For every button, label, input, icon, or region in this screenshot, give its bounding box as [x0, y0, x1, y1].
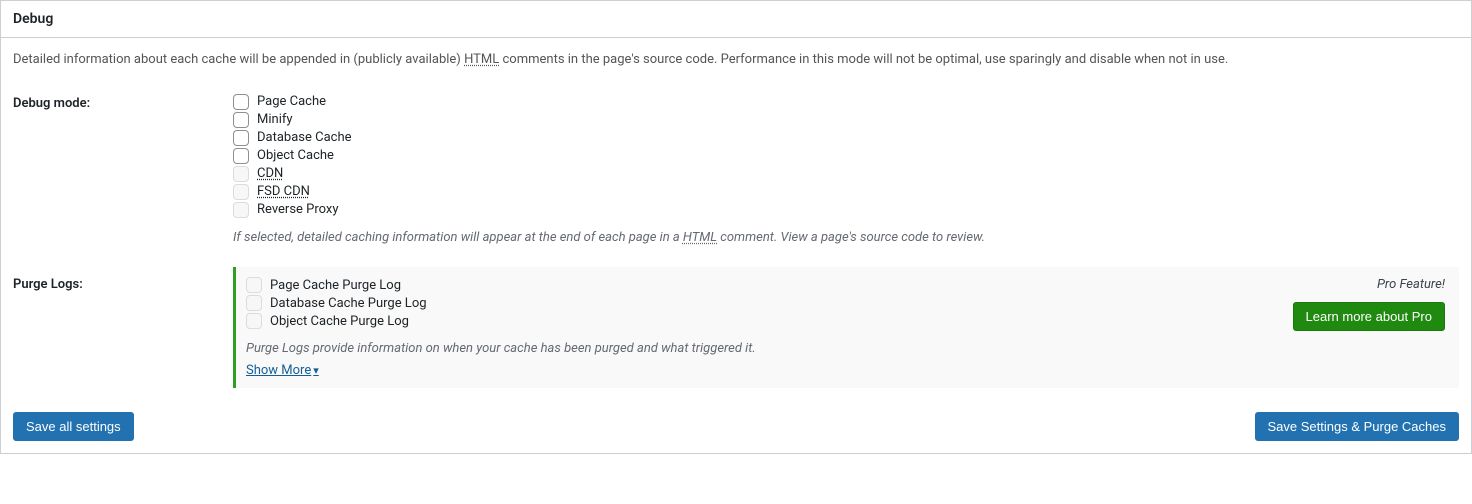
checkbox-minify[interactable]	[233, 112, 249, 128]
debug-mode-content: Page Cache Minify Database Cache Object …	[233, 94, 1459, 248]
label-minify: Minify	[257, 112, 293, 127]
option-minify: Minify	[233, 112, 1459, 128]
purge-logs-helper: Purge Logs provide information on when y…	[246, 339, 1277, 359]
debug-panel: Debug Detailed information about each ca…	[0, 0, 1472, 454]
purge-logs-right: Pro Feature! Learn more about Pro	[1293, 277, 1445, 331]
option-page-cache-purge-log: Page Cache Purge Log	[246, 277, 1277, 293]
label-object-cache: Object Cache	[257, 148, 334, 163]
purge-logs-content: Page Cache Purge Log Database Cache Purg…	[233, 267, 1459, 388]
checkbox-cdn	[233, 166, 249, 182]
html-abbr: HTML	[683, 230, 717, 245]
save-all-settings-button[interactable]: Save all settings	[13, 412, 134, 441]
option-database-cache: Database Cache	[233, 130, 1459, 146]
debug-mode-options: Page Cache Minify Database Cache Object …	[233, 94, 1459, 218]
checkbox-database-cache-purge-log	[246, 295, 262, 311]
checkbox-page-cache[interactable]	[233, 94, 249, 110]
option-page-cache: Page Cache	[233, 94, 1459, 110]
label-database-cache: Database Cache	[257, 130, 352, 145]
debug-mode-row: Debug mode: Page Cache Minify Database C…	[13, 94, 1459, 248]
option-object-cache-purge-log: Object Cache Purge Log	[246, 313, 1277, 329]
debug-mode-helper: If selected, detailed caching informatio…	[233, 228, 1459, 248]
panel-description: Detailed information about each cache wi…	[13, 50, 1459, 70]
purge-logs-row: Purge Logs: Page Cache Purge Log Databas…	[13, 267, 1459, 388]
label-cdn: CDN	[257, 166, 283, 181]
option-database-cache-purge-log: Database Cache Purge Log	[246, 295, 1277, 311]
show-more-link[interactable]: Show More ▾	[246, 363, 319, 378]
button-row: Save all settings Save Settings & Purge …	[1, 400, 1471, 453]
debug-mode-label: Debug mode:	[13, 94, 233, 111]
checkbox-object-cache-purge-log	[246, 313, 262, 329]
option-object-cache: Object Cache	[233, 148, 1459, 164]
label-page-cache: Page Cache	[257, 94, 326, 109]
option-fsd-cdn: FSD CDN	[233, 184, 1459, 200]
learn-more-pro-button[interactable]: Learn more about Pro	[1293, 302, 1445, 331]
label-reverse-proxy: Reverse Proxy	[257, 202, 339, 217]
label-fsd-cdn: FSD CDN	[257, 184, 310, 199]
purge-logs-left: Page Cache Purge Log Database Cache Purg…	[246, 277, 1277, 378]
html-abbr: HTML	[464, 52, 499, 67]
chevron-down-icon: ▾	[313, 364, 319, 377]
panel-body: Detailed information about each cache wi…	[1, 38, 1471, 400]
checkbox-database-cache[interactable]	[233, 130, 249, 146]
purge-logs-options: Page Cache Purge Log Database Cache Purg…	[246, 277, 1277, 329]
label-database-cache-purge-log: Database Cache Purge Log	[270, 296, 427, 311]
panel-title: Debug	[13, 11, 1459, 27]
checkbox-object-cache[interactable]	[233, 148, 249, 164]
checkbox-reverse-proxy	[233, 202, 249, 218]
save-settings-purge-caches-button[interactable]: Save Settings & Purge Caches	[1255, 412, 1460, 441]
checkbox-page-cache-purge-log	[246, 277, 262, 293]
pro-feature-badge: Pro Feature!	[1293, 277, 1445, 292]
panel-header: Debug	[1, 1, 1471, 38]
label-object-cache-purge-log: Object Cache Purge Log	[270, 314, 409, 329]
option-cdn: CDN	[233, 166, 1459, 182]
label-page-cache-purge-log: Page Cache Purge Log	[270, 278, 401, 293]
option-reverse-proxy: Reverse Proxy	[233, 202, 1459, 218]
purge-logs-label: Purge Logs:	[13, 267, 233, 292]
checkbox-fsd-cdn	[233, 184, 249, 200]
